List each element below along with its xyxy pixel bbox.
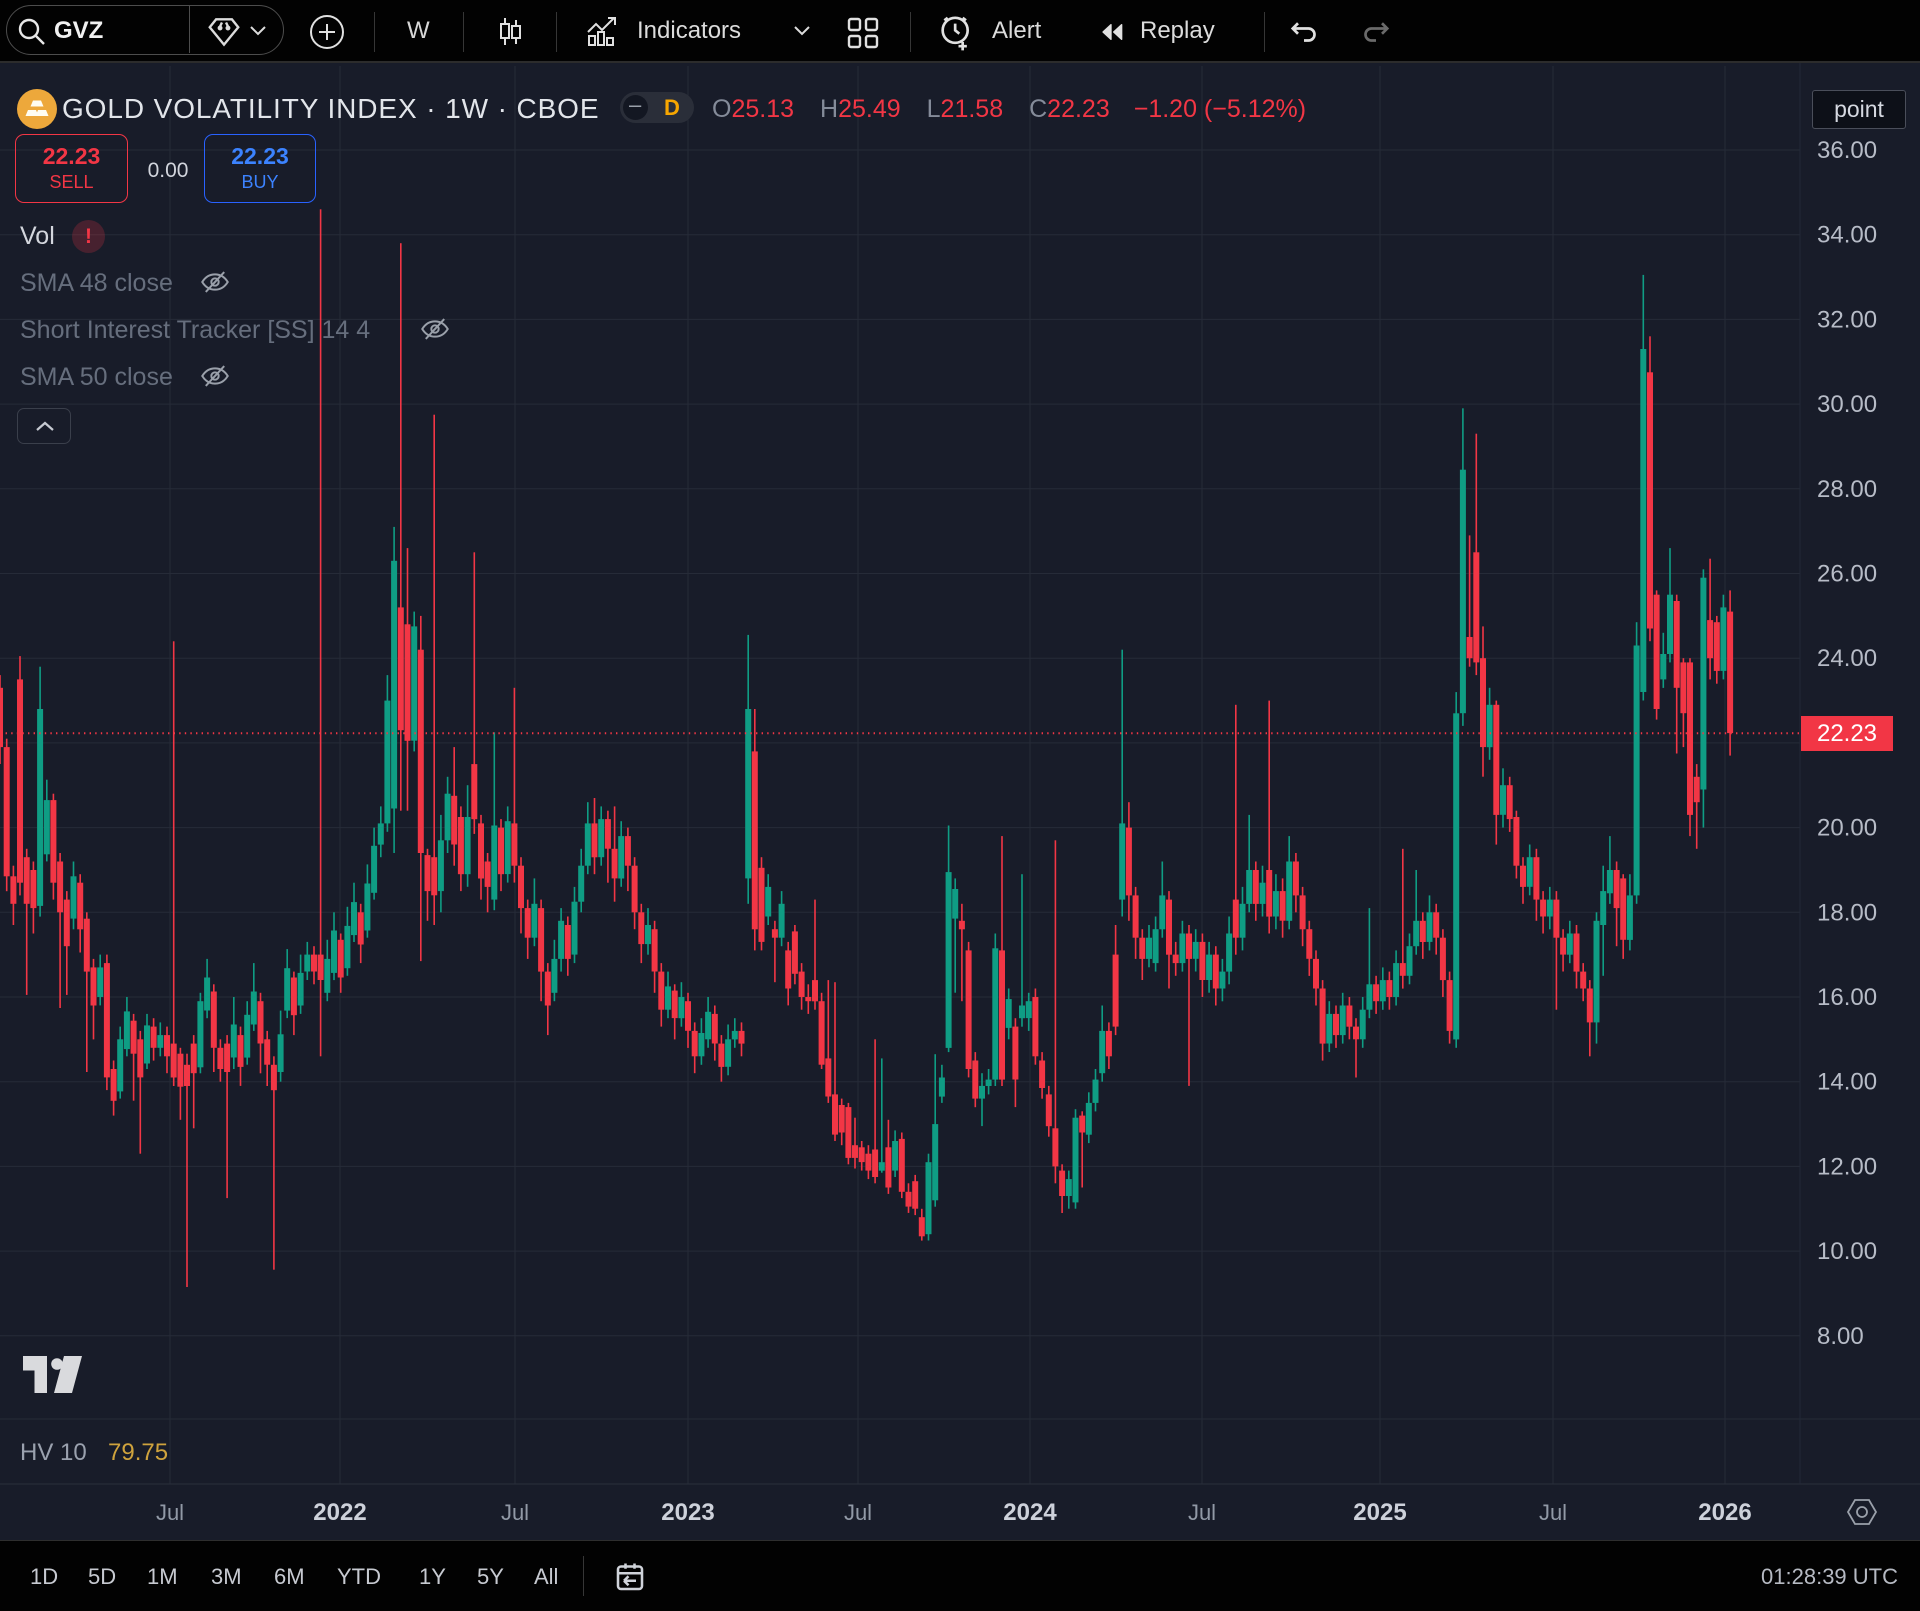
svg-text:Jul: Jul [1539, 1500, 1567, 1525]
svg-text:Jul: Jul [501, 1500, 529, 1525]
svg-text:16.00: 16.00 [1817, 984, 1877, 1011]
svg-text:HV 10: HV 10 [20, 1439, 87, 1466]
svg-text:20.00: 20.00 [1817, 815, 1877, 842]
svg-text:8.00: 8.00 [1817, 1323, 1864, 1350]
svg-text:2025: 2025 [1353, 1499, 1406, 1526]
svg-text:22.23: 22.23 [1817, 720, 1877, 747]
svg-text:2022: 2022 [313, 1499, 366, 1526]
svg-text:Jul: Jul [156, 1500, 184, 1525]
svg-text:Jul: Jul [844, 1500, 872, 1525]
svg-text:79.75: 79.75 [108, 1439, 168, 1466]
svg-text:10.00: 10.00 [1817, 1238, 1877, 1265]
svg-text:Jul: Jul [1188, 1500, 1216, 1525]
svg-text:14.00: 14.00 [1817, 1069, 1877, 1096]
svg-text:12.00: 12.00 [1817, 1153, 1877, 1180]
svg-text:2023: 2023 [661, 1499, 714, 1526]
svg-text:2024: 2024 [1003, 1499, 1057, 1526]
svg-text:2026: 2026 [1698, 1499, 1751, 1526]
svg-text:18.00: 18.00 [1817, 899, 1877, 926]
